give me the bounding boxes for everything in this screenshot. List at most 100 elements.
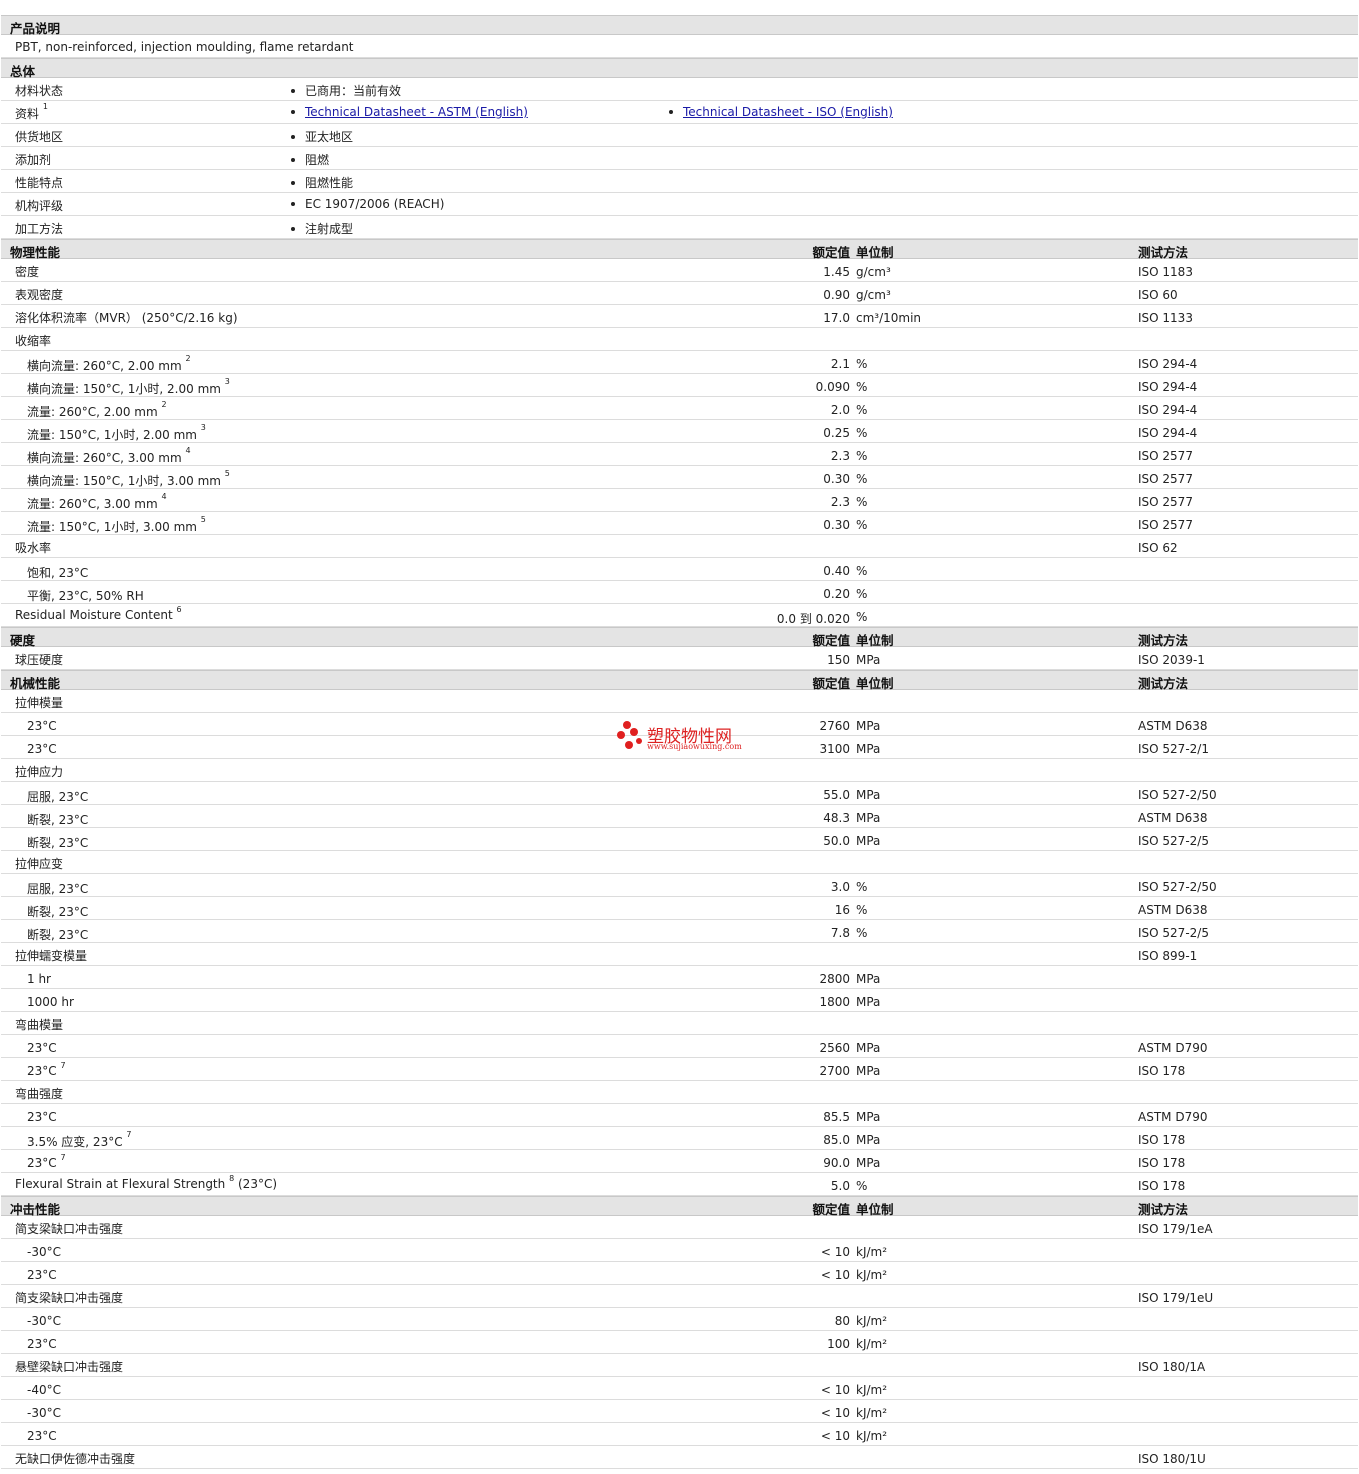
property-test-method: ISO 527-2/1 (1138, 742, 1209, 756)
property-unit: kJ/m² (856, 1245, 888, 1259)
property-label: 1 hr (27, 972, 51, 986)
general-row-label-text: 加工方法 (15, 222, 64, 236)
property-label-text: -40°C (27, 1383, 61, 1397)
general-bullet-item[interactable]: Technical Datasheet - ASTM (English) (291, 105, 528, 119)
property-unit: % (856, 880, 868, 894)
footnote-ref: 7 (60, 1061, 66, 1070)
property-label: 流量: 260°C, 3.00 mm 4 (27, 492, 167, 512)
property-value: 0.25 (823, 426, 850, 440)
property-unit: % (856, 403, 868, 417)
property-row: 拉伸应力 (1, 759, 1358, 782)
section-header-general: 总体 (1, 58, 1358, 79)
property-row: 横向流量: 260°C, 3.00 mm 4 2.3% ISO 2577 (1, 443, 1358, 466)
property-label: Flexural Strain at Flexural Strength 8 (… (15, 1174, 277, 1191)
property-row: 23°C 85.5 MPa ASTM D790 (1, 1104, 1358, 1127)
property-row: 1000 hr 1800 MPa (1, 989, 1358, 1012)
property-value: 1800 (819, 995, 850, 1009)
general-bullet-item: 亚太地区 (291, 128, 353, 145)
property-unit: g/cm³ (856, 265, 891, 279)
general-row: 性能特点 阻燃性能 (1, 170, 1358, 193)
datasheet-link[interactable]: Technical Datasheet - ASTM (English) (305, 105, 528, 119)
property-label-text: 悬壁梁缺口冲击强度 (15, 1360, 124, 1374)
property-row: 弯曲强度 (1, 1081, 1358, 1104)
property-label: 拉伸应变 (15, 855, 63, 872)
property-label-text: 23°C (27, 1110, 57, 1124)
property-row: 流量: 260°C, 2.00 mm 2 2.0% ISO 294-4 (1, 397, 1358, 420)
property-test-method: ISO 2577 (1138, 472, 1193, 486)
property-test-method: ISO 180/1A (1138, 1360, 1206, 1374)
property-row: 23°C 7 90.0 MPa ISO 178 (1, 1150, 1358, 1173)
property-test-method: ISO 2039-1 (1138, 653, 1205, 667)
footnote-ref: 5 (200, 515, 206, 524)
general-bullet-item[interactable]: Technical Datasheet - ISO (English) (669, 105, 893, 119)
property-label-text: 23°C (27, 1337, 57, 1351)
property-label-text: 简支梁缺口冲击强度 (15, 1291, 124, 1305)
bullet-icon (291, 158, 295, 162)
general-rows: 材料状态 已商用：当前有效 资料 1 Technical Datasheet - AS… (1, 78, 1358, 239)
property-label: -30°C (27, 1314, 61, 1328)
property-value: 2800 (819, 972, 850, 986)
property-value: 3100 (819, 742, 850, 756)
property-label-text: -30°C (27, 1314, 61, 1328)
section-header-hardness: 硬度 额定值 单位制 测试方法 (1, 627, 1358, 648)
property-label: 横向流量: 260°C, 2.00 mm 2 (27, 354, 191, 374)
property-row: 横向流量: 150°C, 1小时, 3.00 mm 5 0.30% ISO 2577 (1, 466, 1358, 489)
bullet-icon (669, 110, 673, 114)
general-bullet-text: 亚太地区 (305, 130, 354, 144)
bullet-icon (291, 227, 295, 231)
property-value: 2.1 (830, 357, 850, 371)
property-value: 85.0 (823, 1133, 850, 1147)
property-label: 溶化体积流率（MVR） (250°C/2.16 kg) (15, 309, 238, 326)
property-value: 80 (834, 1314, 850, 1328)
property-unit: % (856, 449, 868, 463)
footnote-ref: 8 (229, 1174, 235, 1183)
property-value: 55.0 (823, 788, 850, 802)
general-row-label: 机构评级 (15, 197, 63, 214)
property-value: 150 (827, 653, 850, 667)
property-label-text: -30°C (27, 1406, 61, 1420)
bullet-icon (291, 202, 295, 206)
general-bullet-text: 注射成型 (305, 222, 354, 236)
property-row: 简支梁缺口冲击强度 ISO 179/1eU (1, 1285, 1358, 1308)
hardness-rows: 球压硬度 150 MPa ISO 2039-1 (1, 647, 1358, 670)
property-label-text: 流量: 150°C, 1小时, 2.00 mm (27, 428, 197, 442)
section-header-product-description: 产品说明 (1, 15, 1358, 36)
property-label-text: 流量: 150°C, 1小时, 3.00 mm (27, 520, 197, 534)
property-value: < 10 (820, 1383, 850, 1397)
bullet-icon (291, 181, 295, 185)
property-row: 吸水率 ISO 62 (1, 535, 1358, 558)
property-label-text: 弯曲强度 (15, 1087, 64, 1101)
property-label-text: 横向流量: 260°C, 2.00 mm (27, 359, 182, 373)
property-row: 球压硬度 150 MPa ISO 2039-1 (1, 647, 1358, 670)
property-row: 平衡, 23°C, 50% RH 0.20% (1, 581, 1358, 604)
property-unit: MPa (856, 972, 881, 986)
property-test-method: ISO 294-4 (1138, 380, 1198, 394)
property-label-text: 密度 (15, 265, 40, 279)
property-row: 悬壁梁缺口冲击强度 ISO 180/1A (1, 1354, 1358, 1377)
general-bullet-text: 阻燃性能 (305, 176, 354, 190)
section-header-physical: 物理性能 额定值 单位制 测试方法 (1, 239, 1358, 260)
property-value: 3.0 (830, 880, 850, 894)
property-test-method: ISO 1183 (1138, 265, 1193, 279)
property-value: 2.3 (830, 495, 850, 509)
property-label: 屈服, 23°C (27, 788, 88, 805)
property-label: 23°C (27, 1110, 57, 1124)
datasheet-link[interactable]: Technical Datasheet - ISO (English) (683, 105, 893, 119)
property-row: 横向流量: 150°C, 1小时, 2.00 mm 3 0.090% ISO 294… (1, 374, 1358, 397)
property-unit: g/cm³ (856, 288, 891, 302)
property-label-text: 表观密度 (15, 288, 64, 302)
property-label-text: 吸水率 (15, 541, 52, 555)
property-test-method: ISO 178 (1138, 1064, 1186, 1078)
footnote-ref: 4 (185, 446, 191, 455)
watermark-dots-icon (617, 721, 642, 749)
property-label-text: 1 hr (27, 972, 51, 986)
property-label: Residual Moisture Content 6 (15, 605, 182, 622)
property-label: 流量: 260°C, 2.00 mm 2 (27, 400, 167, 420)
property-label: 弯曲强度 (15, 1085, 63, 1102)
property-unit: MPa (856, 1041, 881, 1055)
property-row: 流量: 150°C, 1小时, 3.00 mm 5 0.30% ISO 2577 (1, 512, 1358, 535)
property-label: -40°C (27, 1383, 61, 1397)
property-row: 流量: 150°C, 1小时, 2.00 mm 3 0.25% ISO 294-4 (1, 420, 1358, 443)
property-unit: MPa (856, 719, 881, 733)
property-row: -30°C 80 kJ/m² (1, 1308, 1358, 1331)
